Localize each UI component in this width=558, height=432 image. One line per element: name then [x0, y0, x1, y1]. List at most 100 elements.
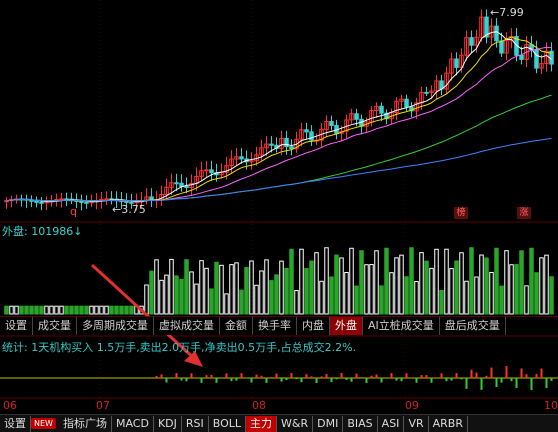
volume-bar: [259, 270, 264, 315]
bottom-tab-8[interactable]: W&R: [277, 415, 314, 432]
bottom-tab-10[interactable]: BIAS: [343, 415, 378, 432]
volume-bar: [129, 305, 134, 315]
volume-bar: [459, 252, 464, 315]
volume-bar: [289, 248, 294, 315]
volume-bar: [224, 293, 229, 315]
q-marker: q: [70, 205, 77, 218]
volume-bar: [164, 274, 169, 315]
candle-body: [209, 169, 214, 174]
candle-body: [239, 156, 244, 160]
volume-bar: [429, 267, 434, 315]
candle-body: [174, 182, 179, 185]
volume-bar: [94, 305, 99, 315]
volume-bar: [524, 285, 529, 315]
volume-bar: [399, 254, 404, 315]
tab-5[interactable]: 换手率: [253, 317, 297, 335]
bottom-tab-11[interactable]: ASI: [378, 415, 405, 432]
candle-body: [309, 131, 314, 141]
volume-bar: [149, 270, 154, 315]
candle-body: [269, 143, 274, 146]
volume-bar: [44, 305, 49, 315]
volume-bar: [284, 267, 289, 315]
volume-bar: [374, 250, 379, 315]
tab-2[interactable]: 多周期成交量: [77, 317, 154, 335]
bottom-tab-3[interactable]: MACD: [112, 415, 154, 432]
stock-chart[interactable]: [0, 0, 558, 431]
tab-6[interactable]: 内盘: [297, 317, 330, 335]
bottom-tab-2[interactable]: 指标广场: [59, 415, 112, 432]
volume-bar: [319, 280, 324, 315]
candle-body: [104, 198, 109, 201]
volume-bar: [59, 305, 64, 315]
volume-bar: [469, 247, 474, 315]
bottom-tab-5[interactable]: RSI: [182, 415, 209, 432]
volume-title: 外盘: 101986↓: [2, 225, 83, 238]
candle-body: [469, 37, 474, 46]
volume-bar: [514, 264, 519, 315]
volume-bar: [264, 259, 269, 315]
volume-bar: [414, 280, 419, 315]
candle-body: [329, 121, 334, 127]
candle-body: [499, 40, 504, 54]
volume-bar: [144, 284, 149, 315]
volume-bar: [479, 254, 484, 315]
down-arrow-icon: ↓: [73, 225, 83, 238]
candle-body: [354, 113, 359, 120]
institution-stat-line: 统计: 1天机构买入 1.5万手,卖出2.0万手,净卖出0.5万手,占总成交2.…: [2, 341, 357, 354]
ma60-line: [6, 94, 552, 202]
tab-3[interactable]: 虚拟成交量: [154, 317, 220, 335]
volume-bar: [504, 250, 509, 315]
x-tick-08: 08: [252, 399, 266, 412]
volume-bar: [464, 280, 469, 315]
bottom-tab-9[interactable]: DMI: [313, 415, 344, 432]
tab-9[interactable]: 盘后成交量: [440, 317, 506, 335]
tab-8[interactable]: AI立桩成交量: [363, 317, 440, 335]
volume-bar: [24, 305, 29, 315]
tab-4[interactable]: 金额: [220, 317, 253, 335]
volume-bar: [194, 283, 199, 315]
badge-zhang[interactable]: 涨: [517, 207, 531, 219]
volume-bar: [219, 264, 224, 315]
bottom-tab-13[interactable]: ARBR: [429, 415, 468, 432]
volume-bar: [74, 305, 79, 315]
volume-bar: [204, 267, 209, 315]
volume-bar: [509, 264, 514, 315]
volume-bar: [534, 272, 539, 315]
volume-bar: [269, 280, 274, 315]
tab-1[interactable]: 成交量: [33, 317, 77, 335]
candle-body: [79, 200, 84, 203]
volume-bar: [499, 285, 504, 315]
volume-bar: [279, 260, 284, 315]
bottom-tab-6[interactable]: BOLL: [209, 415, 247, 432]
tab-7[interactable]: 外盘: [330, 317, 363, 335]
volume-bar: [184, 259, 189, 315]
tab-0[interactable]: 设置: [0, 317, 33, 335]
x-axis: 06 07 08 09 10: [0, 399, 558, 413]
bottom-tab-12[interactable]: VR: [404, 415, 429, 432]
volume-bar: [109, 305, 114, 315]
candle-body: [379, 105, 384, 114]
volume-bar: [404, 276, 409, 315]
volume-bar: [339, 257, 344, 315]
bottom-tab-0[interactable]: 设置: [0, 415, 31, 432]
volume-bar: [344, 272, 349, 315]
volume-bar: [229, 264, 234, 315]
x-tick-06: 06: [3, 399, 17, 412]
volume-bar: [69, 305, 74, 315]
badge-bang[interactable]: 榜: [454, 207, 468, 219]
candle-body: [494, 25, 499, 42]
volume-bar: [324, 247, 329, 315]
ma120-line: [6, 137, 552, 202]
volume-bar: [14, 305, 19, 315]
candle-body: [149, 196, 154, 201]
candle-body: [424, 91, 429, 94]
volume-bar: [209, 288, 214, 315]
bottom-tab-4[interactable]: KDJ: [154, 415, 182, 432]
volume-bar: [199, 260, 204, 315]
high-price-marker: ←7.99: [490, 6, 524, 19]
volume-bar: [439, 289, 444, 315]
bottom-tab-7[interactable]: 主力: [246, 415, 278, 432]
ma5-line: [6, 31, 552, 203]
volume-bar: [494, 247, 499, 315]
candle-body: [84, 201, 89, 204]
